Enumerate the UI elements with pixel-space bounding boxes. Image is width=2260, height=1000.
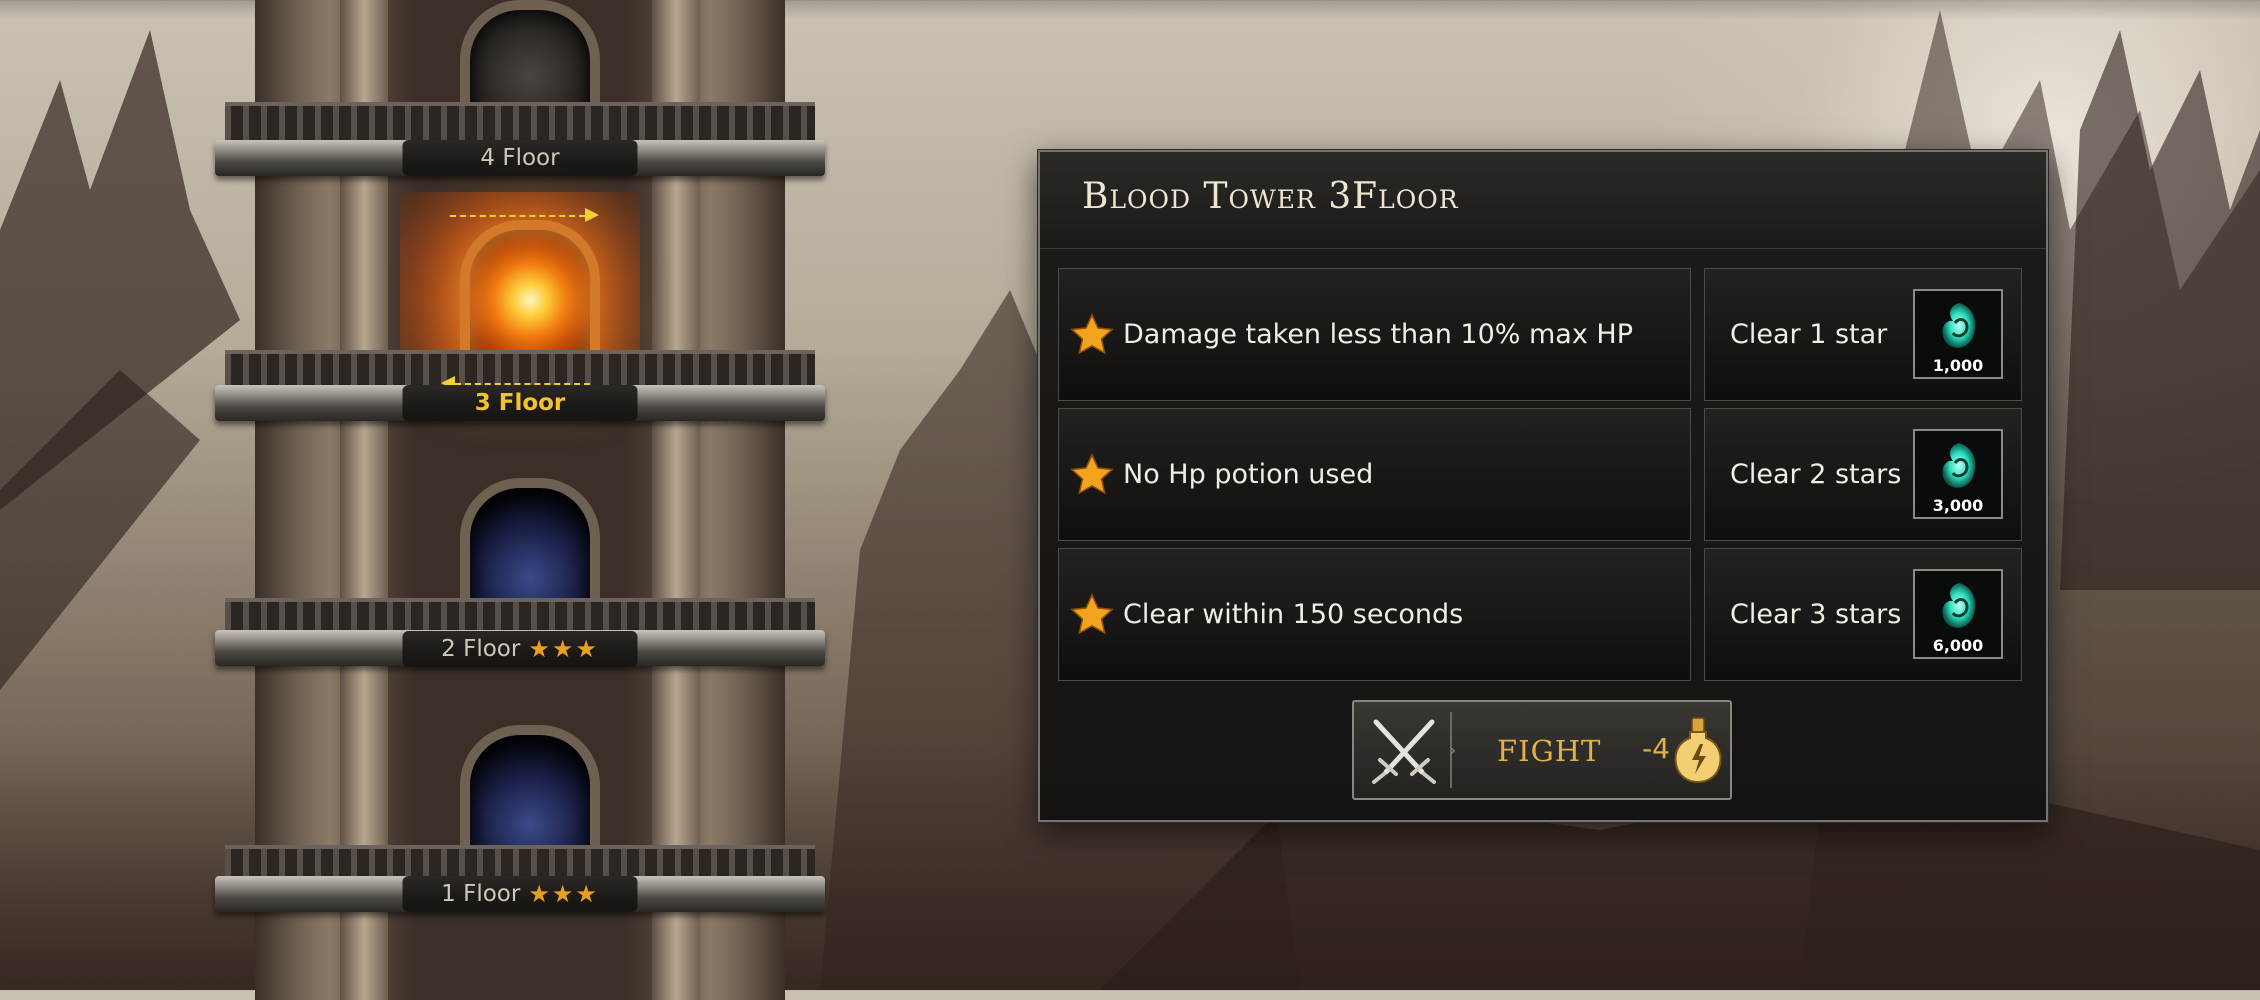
condition-text: Clear within 150 seconds (1123, 599, 1464, 630)
soul-crystal-icon (1942, 443, 1976, 488)
reward-row: Clear 3 stars 6,000 (1704, 548, 2022, 681)
reward-amount: 1,000 (1932, 356, 1984, 375)
chevron-right-icon: › (1449, 740, 1457, 761)
selection-arrow-top (450, 215, 585, 217)
reward-amount: 6,000 (1932, 636, 1984, 655)
floor-name: 4 Floor (480, 145, 560, 171)
soul-crystal-icon (1942, 303, 1976, 348)
soul-crystal-icon (1942, 583, 1976, 628)
condition-row: Damage taken less than 10% max HP (1058, 268, 1691, 401)
condition-row: Clear within 150 seconds (1058, 548, 1691, 681)
floor-label-2[interactable]: 2 Floor ★★★ (402, 631, 638, 667)
floor-label-4[interactable]: 4 Floor (402, 140, 638, 176)
reward-label: Clear 2 stars (1730, 459, 1902, 490)
floor-stars: ★★★ (528, 635, 599, 663)
star-icon (1070, 592, 1114, 635)
panel-header: Blood Tower 3Floor (1040, 152, 2046, 249)
star-icon (1070, 312, 1114, 355)
star-icon (1070, 452, 1114, 495)
floor-label-1[interactable]: 1 Floor ★★★ (402, 876, 638, 912)
floor-name: 1 Floor (441, 881, 521, 907)
crossed-swords-icon (1372, 719, 1436, 784)
reward-label: Clear 3 stars (1730, 599, 1902, 630)
floor-name: 2 Floor (441, 636, 521, 662)
reward-item[interactable]: 6,000 (1913, 569, 2003, 659)
blood-tower: 4 Floor 3 Floor 2 Floor ★★★ 1 Floor ★★★ (215, 0, 825, 1000)
stamina-potion-icon (1674, 717, 1722, 784)
condition-text: No Hp potion used (1123, 459, 1374, 490)
fight-cost: -4 (1642, 732, 1670, 765)
floor-info-panel: Blood Tower 3Floor Damage taken less tha… (1038, 150, 2048, 822)
reward-amount: 3,000 (1932, 496, 1984, 515)
reward-label: Clear 1 star (1730, 319, 1888, 350)
floor-stars: ★★★ (528, 880, 599, 908)
fight-label: FIGHT (1497, 734, 1602, 768)
condition-text: Damage taken less than 10% max HP (1123, 319, 1633, 350)
reward-item[interactable]: 1,000 (1913, 289, 2003, 379)
balcony-rail (225, 102, 815, 140)
floor-label-3[interactable]: 3 Floor (402, 385, 638, 421)
reward-item[interactable]: 3,000 (1913, 429, 2003, 519)
panel-title: Blood Tower 3Floor (1082, 176, 1459, 217)
fight-button[interactable]: › FIGHT -4 (1352, 700, 1732, 800)
selection-arrowhead-right (585, 208, 599, 222)
floor-name: 3 Floor (474, 390, 566, 416)
reward-row: Clear 2 stars 3,000 (1704, 408, 2022, 541)
reward-row: Clear 1 star 1,000 (1704, 268, 2022, 401)
condition-row: No Hp potion used (1058, 408, 1691, 541)
